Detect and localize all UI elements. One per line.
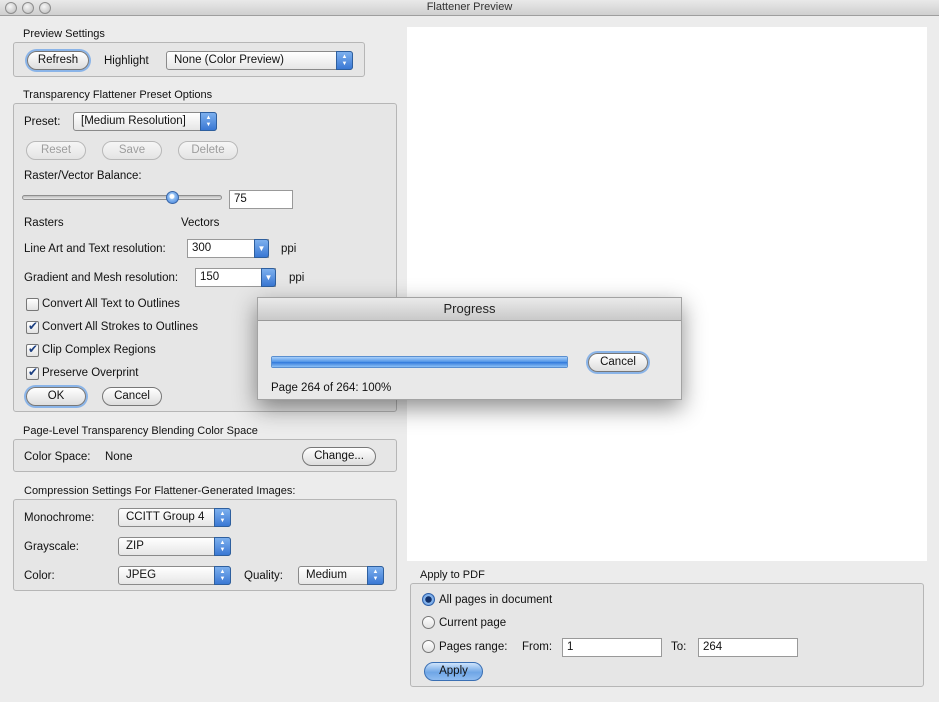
popup-arrows-icon: ▲ ▼ bbox=[336, 51, 353, 70]
preview-settings-label: Preview Settings bbox=[23, 28, 105, 40]
popup-arrows-icon: ▲ ▼ bbox=[367, 566, 384, 585]
popup-arrows-icon: ▲ ▼ bbox=[214, 537, 231, 556]
highlight-select[interactable]: None (Color Preview) ▲ ▼ bbox=[166, 51, 353, 70]
all-pages-radio[interactable] bbox=[422, 593, 435, 606]
preview-canvas[interactable] bbox=[407, 27, 927, 561]
line-art-unit-label: ppi bbox=[281, 243, 297, 255]
all-pages-label: All pages in document bbox=[439, 594, 553, 606]
from-label: From: bbox=[522, 641, 553, 653]
balance-label: Raster/Vector Balance: bbox=[24, 170, 142, 182]
progress-bar bbox=[271, 356, 568, 368]
preset-select[interactable]: [Medium Resolution] ▲ ▼ bbox=[73, 112, 217, 131]
preset-label: Preset: bbox=[24, 116, 61, 128]
line-art-resolution-combo[interactable]: 300 ▼ bbox=[187, 239, 269, 258]
cancel-button[interactable]: Cancel bbox=[102, 387, 162, 406]
convert-text-label: Convert All Text to Outlines bbox=[42, 298, 180, 310]
pages-range-radio[interactable] bbox=[422, 640, 435, 653]
apply-button[interactable]: Apply bbox=[424, 662, 483, 681]
line-art-resolution-value: 300 bbox=[192, 242, 212, 254]
compression-label: Compression Settings For Flattener-Gener… bbox=[24, 485, 296, 497]
balance-slider[interactable] bbox=[22, 195, 222, 200]
color-select[interactable]: JPEG ▲ ▼ bbox=[118, 566, 231, 585]
to-label: To: bbox=[671, 641, 687, 653]
convert-strokes-checkbox[interactable] bbox=[26, 319, 39, 334]
blending-label: Page-Level Transparency Blending Color S… bbox=[23, 425, 258, 437]
dropdown-arrow-icon[interactable]: ▼ bbox=[254, 239, 269, 258]
pages-range-label: Pages range: bbox=[439, 641, 508, 653]
popup-arrows-icon: ▲ ▼ bbox=[214, 566, 231, 585]
quality-select[interactable]: Medium ▲ ▼ bbox=[298, 566, 384, 585]
balance-field[interactable]: 75 bbox=[229, 190, 293, 209]
progress-bar-fill bbox=[272, 357, 567, 367]
highlight-label: Highlight bbox=[104, 55, 149, 67]
quality-select-value: Medium bbox=[306, 569, 347, 581]
current-page-radio[interactable] bbox=[422, 616, 435, 629]
gradient-unit-label: ppi bbox=[289, 272, 305, 284]
monochrome-select[interactable]: CCITT Group 4 ▲ ▼ bbox=[118, 508, 231, 527]
highlight-select-value: None (Color Preview) bbox=[174, 54, 284, 66]
preserve-overprint-label: Preserve Overprint bbox=[42, 367, 139, 379]
preset-select-value: [Medium Resolution] bbox=[81, 115, 186, 127]
clip-complex-label: Clip Complex Regions bbox=[42, 344, 156, 356]
popup-arrows-icon: ▲ ▼ bbox=[214, 508, 231, 527]
refresh-button[interactable]: Refresh bbox=[27, 51, 89, 70]
window-title: Flattener Preview bbox=[426, 1, 513, 13]
grayscale-select-value: ZIP bbox=[126, 540, 144, 552]
title-bar: Flattener Preview bbox=[0, 0, 939, 16]
line-art-resolution-label: Line Art and Text resolution: bbox=[24, 243, 166, 255]
dropdown-arrow-icon[interactable]: ▼ bbox=[261, 268, 276, 287]
ok-button[interactable]: OK bbox=[26, 387, 86, 406]
to-field[interactable]: 264 bbox=[698, 638, 798, 657]
from-field[interactable]: 1 bbox=[562, 638, 662, 657]
grayscale-select[interactable]: ZIP ▲ ▼ bbox=[118, 537, 231, 556]
monochrome-label: Monochrome: bbox=[24, 512, 95, 524]
gradient-resolution-value: 150 bbox=[200, 271, 220, 283]
apply-to-pdf-label: Apply to PDF bbox=[420, 569, 485, 581]
color-space-value: None bbox=[105, 451, 133, 463]
preserve-overprint-checkbox[interactable] bbox=[26, 365, 39, 380]
gradient-resolution-label: Gradient and Mesh resolution: bbox=[24, 272, 179, 284]
convert-strokes-label: Convert All Strokes to Outlines bbox=[42, 321, 198, 333]
change-button[interactable]: Change... bbox=[302, 447, 376, 466]
monochrome-select-value: CCITT Group 4 bbox=[126, 511, 205, 523]
progress-status: Page 264 of 264: 100% bbox=[271, 382, 392, 394]
popup-arrows-icon: ▲ ▼ bbox=[200, 112, 217, 131]
preset-options-label: Transparency Flattener Preset Options bbox=[23, 89, 213, 101]
progress-dialog: Progress Cancel Page 264 of 264: 100% bbox=[257, 297, 682, 400]
reset-button[interactable]: Reset bbox=[26, 141, 86, 160]
gradient-resolution-combo[interactable]: 150 ▼ bbox=[195, 268, 276, 287]
color-select-value: JPEG bbox=[126, 569, 157, 581]
vectors-label: Vectors bbox=[181, 217, 220, 229]
color-space-label: Color Space: bbox=[24, 451, 91, 463]
convert-text-checkbox[interactable] bbox=[26, 298, 39, 311]
quality-label: Quality: bbox=[244, 570, 283, 582]
progress-title: Progress bbox=[258, 298, 681, 321]
rasters-label: Rasters bbox=[24, 217, 64, 229]
progress-cancel-button[interactable]: Cancel bbox=[588, 353, 648, 372]
clip-complex-checkbox[interactable] bbox=[26, 342, 39, 357]
current-page-label: Current page bbox=[439, 617, 507, 629]
grayscale-label: Grayscale: bbox=[24, 541, 79, 553]
color-label: Color: bbox=[24, 570, 55, 582]
delete-button[interactable]: Delete bbox=[178, 141, 238, 160]
save-button[interactable]: Save bbox=[102, 141, 162, 160]
